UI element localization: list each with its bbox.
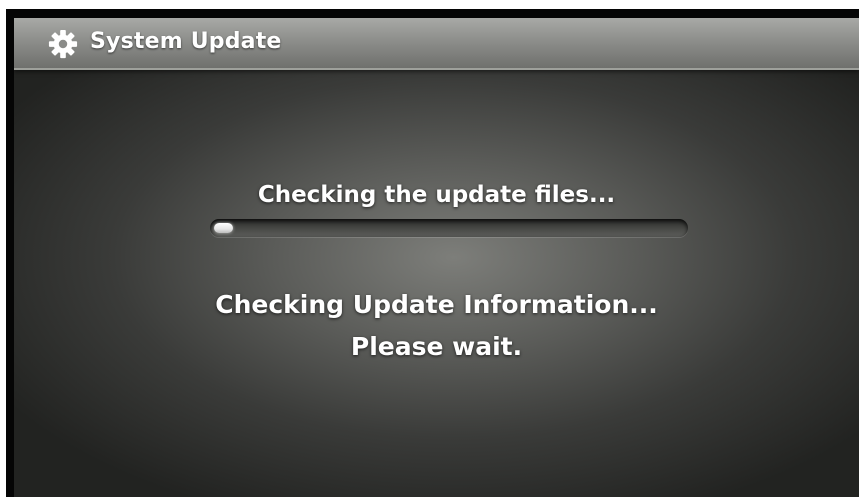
page-title: System Update	[90, 29, 282, 54]
progress-bar	[210, 219, 688, 237]
title-bar: System Update	[14, 18, 859, 70]
wait-message: Please wait.	[350, 332, 523, 361]
system-update-screen: System Update Checking the update files.…	[14, 18, 859, 497]
gear-icon	[48, 29, 78, 59]
status-message: Checking Update Information...	[215, 290, 658, 319]
progress-bar-fill	[214, 223, 233, 233]
screen-bezel: System Update Checking the update files.…	[6, 9, 859, 497]
progress-label: Checking the update files...	[257, 182, 616, 208]
